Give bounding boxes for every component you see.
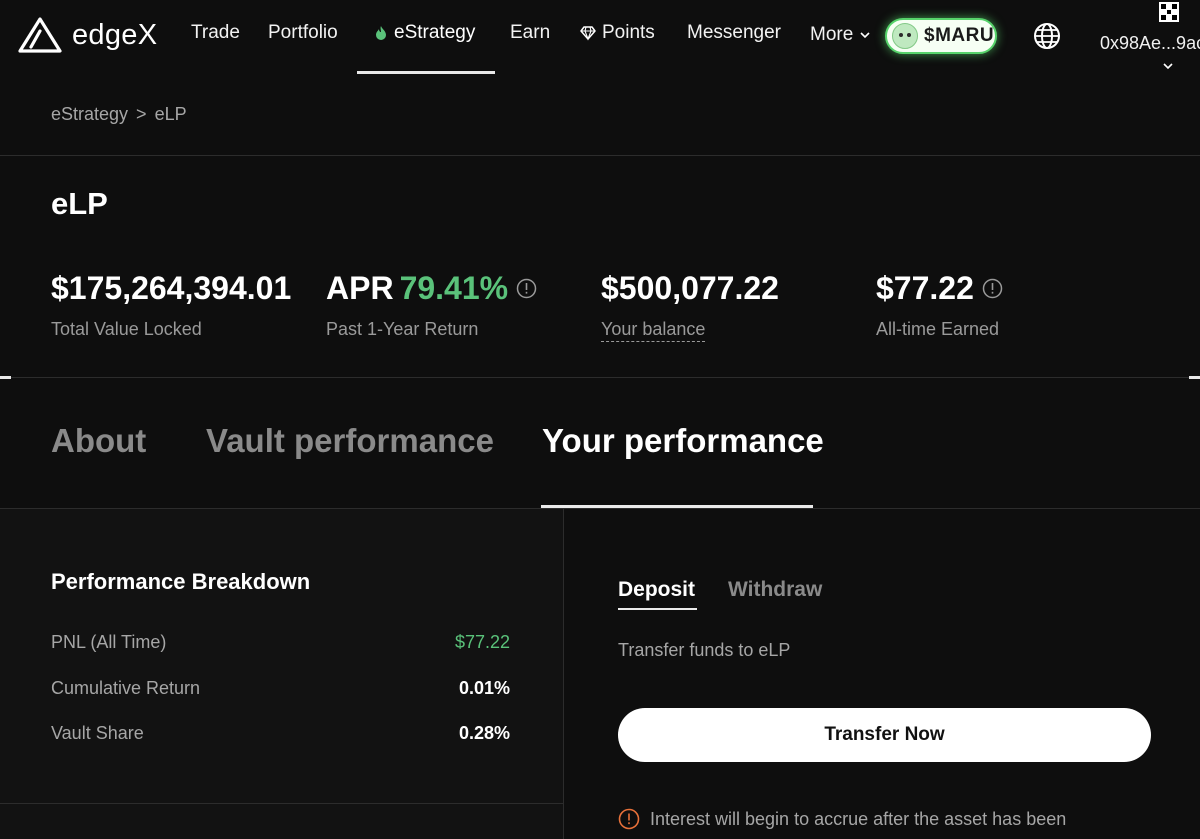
edge-marker-left xyxy=(0,376,11,379)
transfer-now-button[interactable]: Transfer Now xyxy=(618,708,1151,762)
performance-bottom-divider xyxy=(0,803,563,804)
top-nav: edgeX Trade Portfolio eStrategy Earn Poi… xyxy=(0,0,1200,75)
earned-label: All-time Earned xyxy=(876,319,1000,339)
performance-title: Performance Breakdown xyxy=(51,569,311,594)
stat-apr: APR 79.41% Past 1-Year Return xyxy=(326,270,537,340)
earned-value: $77.22 xyxy=(876,270,974,306)
performance-panel xyxy=(0,509,564,839)
nav-points-label: Points xyxy=(602,22,655,43)
globe-icon[interactable] xyxy=(1033,22,1061,50)
brand-name: edgeX xyxy=(72,18,158,51)
chevron-down-icon xyxy=(860,32,870,39)
transfer-panel xyxy=(565,509,1200,839)
maru-token-badge[interactable]: $MARU xyxy=(885,18,997,54)
nav-portfolio-label: Portfolio xyxy=(268,22,338,43)
maru-mascot-icon xyxy=(892,23,918,49)
edgex-logo-icon xyxy=(18,17,62,53)
nav-trade-label: Trade xyxy=(191,22,240,43)
stat-tvl: $175,264,394.01 Total Value Locked xyxy=(51,270,291,340)
breadcrumb-parent[interactable]: eStrategy xyxy=(51,104,128,125)
info-icon[interactable] xyxy=(982,278,1003,299)
interest-notice: Interest will begin to accrue after the … xyxy=(618,806,1138,833)
nav-trade[interactable]: Trade xyxy=(191,22,240,44)
edge-marker-right xyxy=(1189,376,1200,379)
nav-earn[interactable]: Earn xyxy=(510,22,550,44)
stats-divider xyxy=(0,377,1200,378)
nav-more-label: More xyxy=(810,24,854,45)
brand-logo[interactable]: edgeX xyxy=(18,17,157,53)
nav-points[interactable]: Points xyxy=(580,22,655,44)
diamond-icon xyxy=(580,26,596,41)
tab-your-performance[interactable]: Your performance xyxy=(542,422,824,460)
nav-estrategy-label: eStrategy xyxy=(394,22,476,43)
vault-share-value: 0.28% xyxy=(458,723,510,743)
earned-value-row: $77.22 xyxy=(876,270,1003,307)
apr-value-row: APR 79.41% xyxy=(326,270,537,307)
nav-active-indicator xyxy=(357,71,495,74)
nav-estrategy[interactable]: eStrategy xyxy=(374,22,475,44)
stat-earned: $77.22 All-time Earned xyxy=(876,270,1003,340)
wallet-chevron-down-icon[interactable] xyxy=(1160,58,1176,74)
qr-code-icon[interactable] xyxy=(1159,2,1179,22)
stat-balance: $500,077.22 Your balance xyxy=(601,270,779,342)
tab-vault-performance[interactable]: Vault performance xyxy=(206,422,494,460)
breadcrumb: eStrategy > eLP xyxy=(51,104,187,125)
maru-badge-label: $MARU xyxy=(924,25,995,46)
breadcrumb-separator: > xyxy=(136,104,147,124)
nav-messenger[interactable]: Messenger xyxy=(687,22,781,44)
pnl-value: $77.22 xyxy=(454,632,510,652)
tvl-label: Total Value Locked xyxy=(51,319,202,339)
tab-about[interactable]: About xyxy=(51,422,146,460)
balance-label[interactable]: Your balance xyxy=(601,319,779,342)
flame-icon xyxy=(376,26,386,40)
transfer-description: Transfer funds to eLP xyxy=(618,640,791,660)
notice-text: Interest will begin to accrue after the … xyxy=(650,809,1067,829)
tab-withdraw[interactable]: Withdraw xyxy=(728,578,822,602)
cumulative-return-value: 0.01% xyxy=(458,678,510,698)
apr-prefix: APR xyxy=(326,270,394,306)
page-title: eLP xyxy=(51,186,108,221)
nav-portfolio[interactable]: Portfolio xyxy=(268,22,338,44)
balance-value: $500,077.22 xyxy=(601,270,779,306)
deposit-tab-indicator xyxy=(618,608,697,610)
warning-icon xyxy=(618,808,640,830)
apr-label: Past 1-Year Return xyxy=(326,319,479,339)
pnl-label: PNL (All Time) xyxy=(51,632,167,652)
balance-label-text[interactable]: Your balance xyxy=(601,319,706,342)
tvl-value: $175,264,394.01 xyxy=(51,270,292,306)
nav-messenger-label: Messenger xyxy=(687,22,781,43)
tab-deposit[interactable]: Deposit xyxy=(618,578,695,602)
wallet-address[interactable]: 0x98Ae...9ac xyxy=(1100,33,1200,54)
info-icon[interactable] xyxy=(516,278,537,299)
nav-earn-label: Earn xyxy=(510,22,551,43)
cumulative-return-label: Cumulative Return xyxy=(51,678,201,698)
apr-value: 79.41% xyxy=(399,270,509,306)
nav-more[interactable]: More xyxy=(810,24,871,46)
breadcrumb-current: eLP xyxy=(154,104,187,124)
vault-share-label: Vault Share xyxy=(51,723,144,743)
header-divider xyxy=(0,155,1200,156)
